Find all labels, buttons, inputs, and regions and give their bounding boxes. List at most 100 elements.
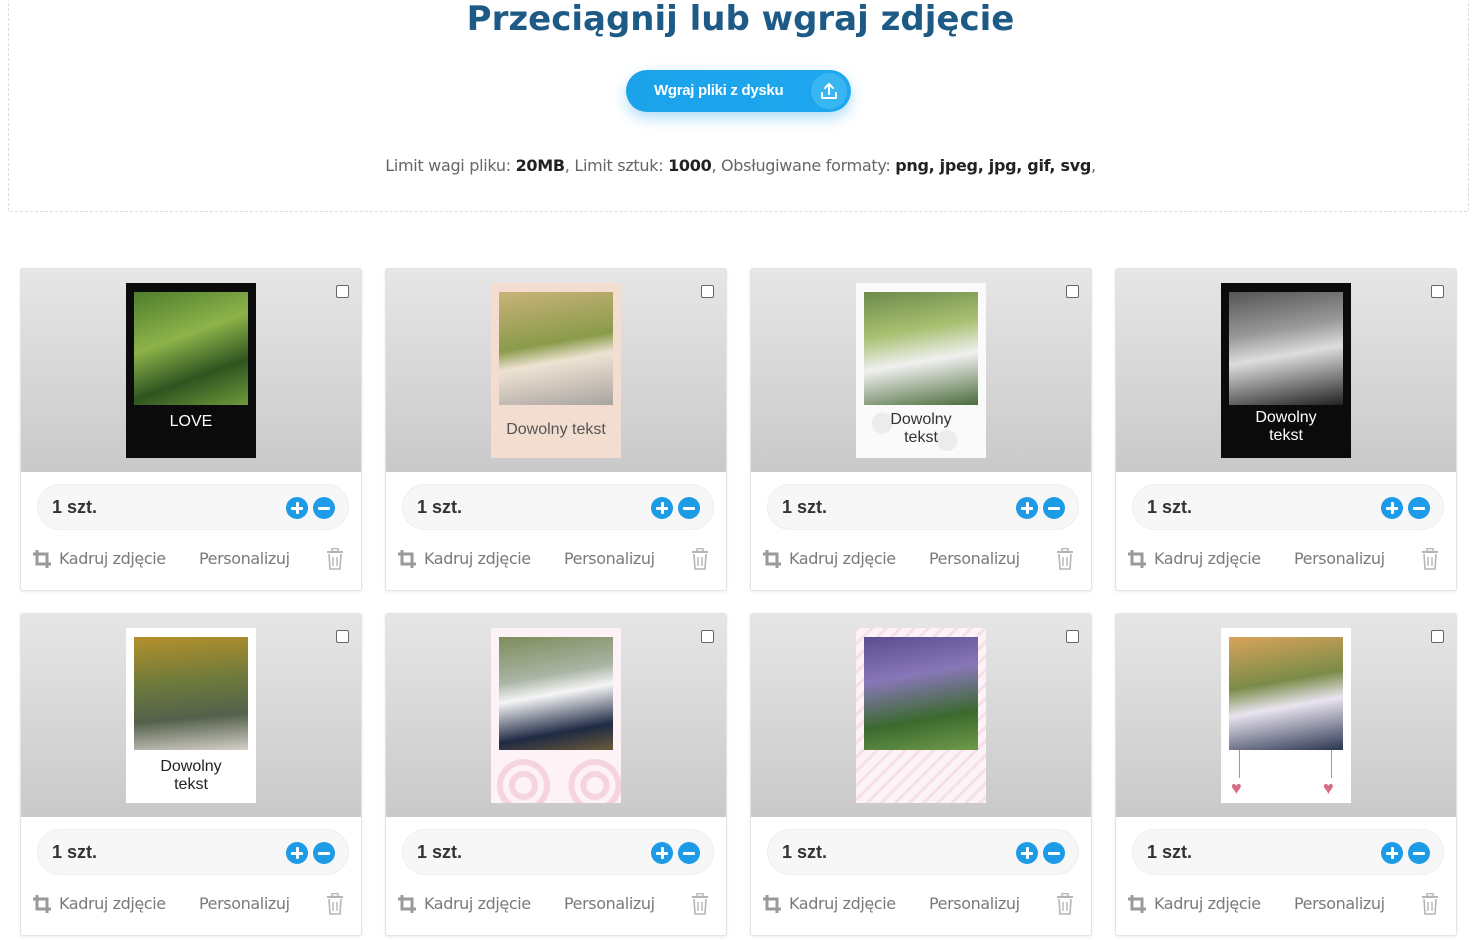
minus-icon[interactable] [1043, 842, 1065, 864]
select-checkbox[interactable] [336, 630, 349, 643]
photo-thumbnail[interactable]: Dowolny tekst [1221, 283, 1351, 458]
crop-photo-button[interactable]: Kadruj zdjęcie [424, 894, 531, 913]
crop-photo-button[interactable]: Kadruj zdjęcie [1154, 894, 1261, 913]
quantity-label: 1 szt. [52, 497, 98, 517]
personalize-button[interactable]: Personalizuj [929, 894, 1020, 913]
crop-icon[interactable] [762, 894, 782, 914]
quantity-stepper: 1 szt. [1132, 484, 1444, 530]
minus-icon[interactable] [313, 497, 335, 519]
photo-thumbnail[interactable] [491, 628, 621, 803]
crop-icon[interactable] [1127, 549, 1147, 569]
personalize-button[interactable]: Personalizuj [1294, 549, 1385, 568]
trash-icon[interactable] [691, 548, 709, 570]
photo-thumbnail[interactable]: Dowolny tekst [491, 283, 621, 458]
personalize-button[interactable]: Personalizuj [1294, 894, 1385, 913]
card-actions: Kadruj zdjęcie Personalizuj [751, 545, 1091, 575]
upload-limits: Limit wagi pliku: 20MB, Limit sztuk: 100… [0, 156, 1481, 175]
photo-preview-area: Dowolny tekst [1116, 269, 1456, 472]
select-checkbox[interactable] [701, 285, 714, 298]
minus-icon[interactable] [678, 497, 700, 519]
photo-preview-area [751, 614, 1091, 817]
crop-photo-button[interactable]: Kadruj zdjęcie [789, 549, 896, 568]
photo-card: 1 szt. Kadruj zdjęcie Personalizuj [385, 613, 727, 936]
photo-card: LOVE 1 szt. Kadruj zdjęcie Personalizuj [20, 268, 362, 591]
select-checkbox[interactable] [1066, 630, 1079, 643]
crop-photo-button[interactable]: Kadruj zdjęcie [1154, 549, 1261, 568]
quantity-label: 1 szt. [52, 842, 98, 862]
select-checkbox[interactable] [1431, 285, 1444, 298]
trash-icon[interactable] [691, 893, 709, 915]
crop-icon[interactable] [397, 549, 417, 569]
photo-thumbnail[interactable]: LOVE [126, 283, 256, 458]
plus-icon[interactable] [1016, 497, 1038, 519]
crop-icon[interactable] [32, 549, 52, 569]
photo-thumbnail[interactable] [856, 628, 986, 803]
trash-icon[interactable] [1056, 548, 1074, 570]
photo-card: Dowolny tekst 1 szt. Kadruj zdjęcie Perso… [20, 613, 362, 936]
quantity-label: 1 szt. [417, 497, 463, 517]
plus-icon[interactable] [1381, 842, 1403, 864]
crop-photo-button[interactable]: Kadruj zdjęcie [424, 549, 531, 568]
formats-trailing: , [1090, 156, 1096, 175]
plus-icon[interactable] [651, 842, 673, 864]
minus-icon[interactable] [313, 842, 335, 864]
crop-photo-button[interactable]: Kadruj zdjęcie [789, 894, 896, 913]
photo-thumbnail[interactable]: ♥ ♥ [1221, 628, 1351, 803]
photo-preview-area: LOVE [21, 269, 361, 472]
quantity-label: 1 szt. [417, 842, 463, 862]
personalize-button[interactable]: Personalizuj [564, 549, 655, 568]
quantity-stepper: 1 szt. [37, 484, 349, 530]
crop-icon[interactable] [1127, 894, 1147, 914]
upload-icon [811, 73, 847, 109]
trash-icon[interactable] [326, 893, 344, 915]
personalize-button[interactable]: Personalizuj [199, 549, 290, 568]
trash-icon[interactable] [326, 548, 344, 570]
personalize-button[interactable]: Personalizuj [199, 894, 290, 913]
card-actions: Kadruj zdjęcie Personalizuj [21, 545, 361, 575]
minus-icon[interactable] [1408, 842, 1430, 864]
upload-button-label: Wgraj pliki z dysku [654, 82, 784, 99]
photo-thumbnail[interactable]: Dowolny tekst [856, 283, 986, 458]
plus-icon[interactable] [1016, 842, 1038, 864]
quantity-label: 1 szt. [782, 842, 828, 862]
personalize-button[interactable]: Personalizuj [929, 549, 1020, 568]
trash-icon[interactable] [1056, 893, 1074, 915]
minus-icon[interactable] [1408, 497, 1430, 519]
select-checkbox[interactable] [1066, 285, 1079, 298]
crop-photo-button[interactable]: Kadruj zdjęcie [59, 894, 166, 913]
trash-icon[interactable] [1421, 548, 1439, 570]
photo-preview-area [386, 614, 726, 817]
count-limit-value: 1000 [668, 156, 712, 175]
quantity-stepper: 1 szt. [767, 484, 1079, 530]
quantity-stepper: 1 szt. [402, 484, 714, 530]
crop-icon[interactable] [32, 894, 52, 914]
trash-icon[interactable] [1421, 893, 1439, 915]
plus-icon[interactable] [286, 497, 308, 519]
personalize-button[interactable]: Personalizuj [564, 894, 655, 913]
minus-icon[interactable] [1043, 497, 1065, 519]
photo-thumbnail[interactable]: Dowolny tekst [126, 628, 256, 803]
minus-icon[interactable] [678, 842, 700, 864]
quantity-label: 1 szt. [782, 497, 828, 517]
weight-limit-value: 20MB [515, 156, 565, 175]
formats-value: png, jpeg, jpg, gif, svg [895, 156, 1091, 175]
card-actions: Kadruj zdjęcie Personalizuj [386, 890, 726, 920]
photo-preview-area: Dowolny tekst [21, 614, 361, 817]
select-checkbox[interactable] [1431, 630, 1444, 643]
select-checkbox[interactable] [701, 630, 714, 643]
plus-icon[interactable] [1381, 497, 1403, 519]
crop-icon[interactable] [397, 894, 417, 914]
upload-from-disk-button[interactable]: Wgraj pliki z dysku [626, 70, 851, 112]
plus-icon[interactable] [286, 842, 308, 864]
card-actions: Kadruj zdjęcie Personalizuj [386, 545, 726, 575]
plus-icon[interactable] [651, 497, 673, 519]
select-checkbox[interactable] [336, 285, 349, 298]
card-actions: Kadruj zdjęcie Personalizuj [1116, 890, 1456, 920]
crop-icon[interactable] [762, 549, 782, 569]
quantity-stepper: 1 szt. [1132, 829, 1444, 875]
photo-card: ♥ ♥ 1 szt. Kadruj zdjęcie Personalizuj [1115, 613, 1457, 936]
photo-preview-area: ♥ ♥ [1116, 614, 1456, 817]
photo-card: Dowolny tekst 1 szt. Kadruj zdjęcie Perso… [1115, 268, 1457, 591]
formats-label: , Obsługiwane formaty: [711, 156, 896, 175]
crop-photo-button[interactable]: Kadruj zdjęcie [59, 549, 166, 568]
